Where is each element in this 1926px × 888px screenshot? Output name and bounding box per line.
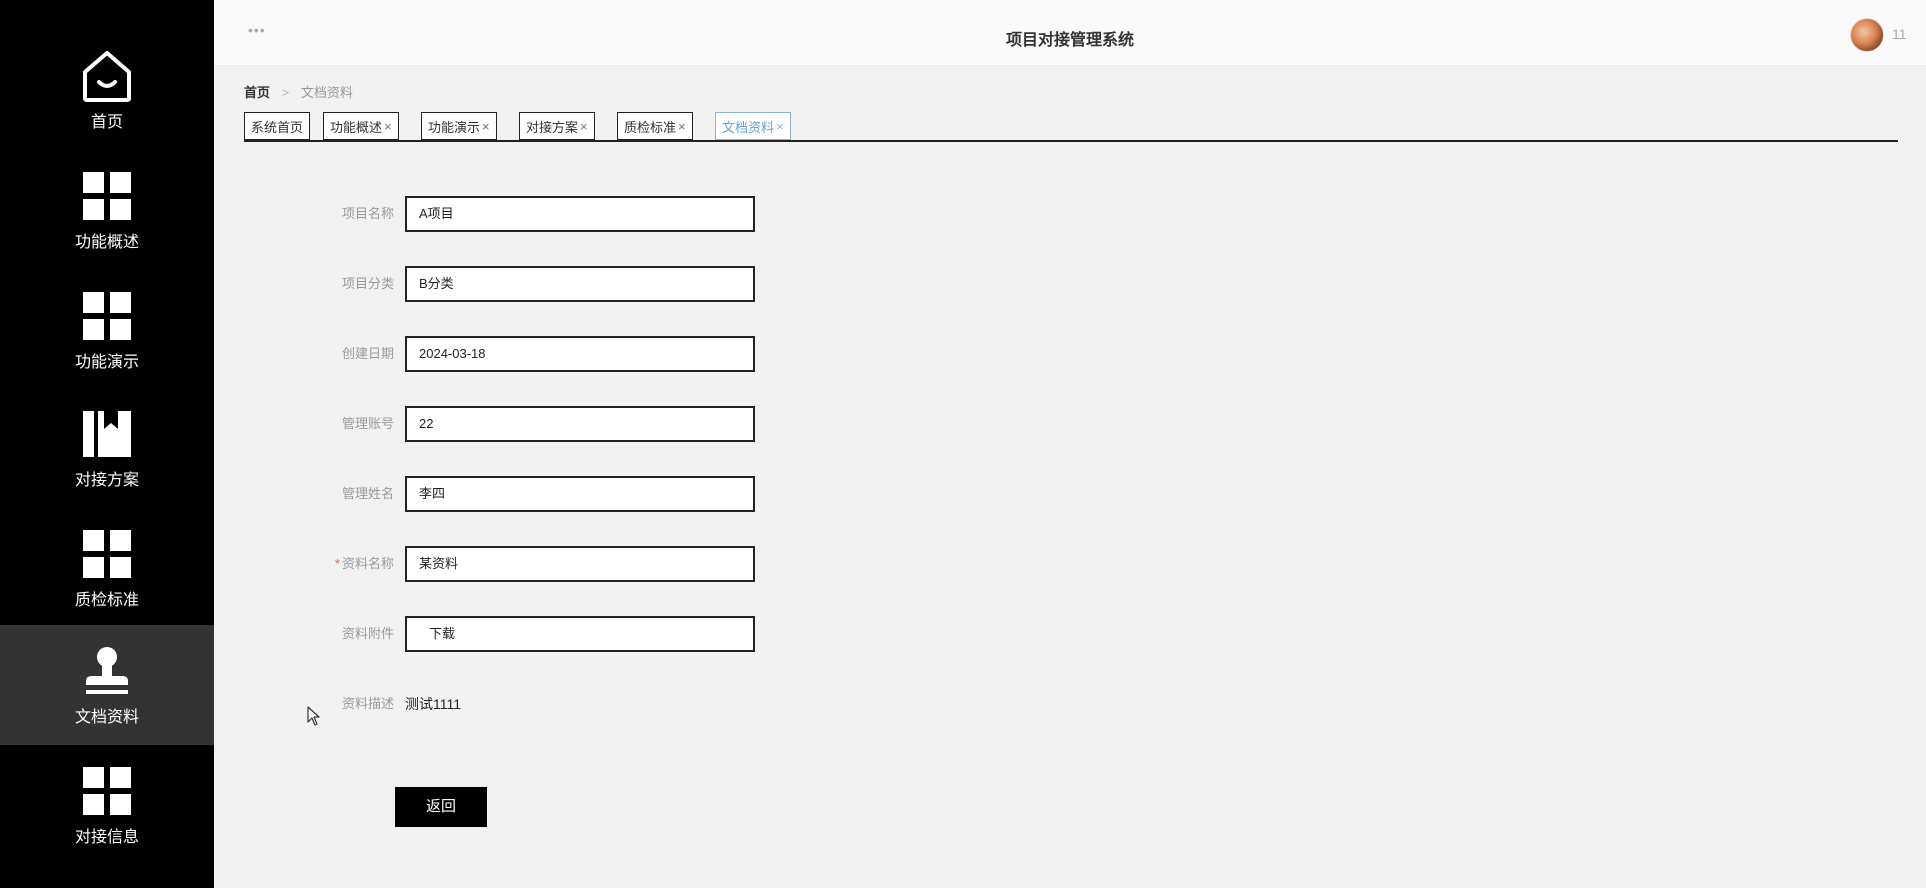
- tab-label: 文档资料: [722, 119, 775, 135]
- back-button[interactable]: 返回: [395, 787, 487, 827]
- sidebar-item-integration-plan[interactable]: 对接方案: [0, 388, 214, 508]
- tab-function-overview[interactable]: 功能概述 ×: [323, 112, 399, 140]
- tab-label: 功能概述: [330, 119, 383, 135]
- sidebar-item-label: 首页: [90, 114, 123, 131]
- grid-icon: [78, 762, 136, 820]
- required-mark: *: [334, 556, 340, 571]
- close-icon[interactable]: ×: [580, 119, 588, 134]
- tab-function-demo[interactable]: 功能演示 ×: [421, 112, 497, 140]
- stamp-icon: [78, 642, 136, 700]
- tab-label: 对接方案: [526, 119, 579, 135]
- mouse-cursor-icon: [307, 706, 321, 731]
- form-row-project-category: 项目分类 B分类: [294, 266, 794, 302]
- sidebar-item-home[interactable]: 首页: [0, 30, 214, 150]
- user-number: 11: [1892, 26, 1907, 42]
- top-header: ••• 项目对接管理系统 11: [214, 0, 1926, 66]
- doc-name-field[interactable]: 某资料: [405, 546, 755, 582]
- create-date-field[interactable]: 2024-03-18: [405, 336, 755, 372]
- home-icon: [78, 47, 136, 105]
- doc-description-value: 测试1111: [405, 696, 462, 712]
- sidebar-item-label: 质检标准: [74, 592, 139, 609]
- close-icon[interactable]: ×: [482, 119, 490, 134]
- field-label: 管理姓名: [341, 486, 394, 501]
- sidebar-item-function-demo[interactable]: 功能演示: [0, 270, 214, 390]
- project-name-field[interactable]: A项目: [405, 196, 755, 232]
- grid-icon: [78, 287, 136, 345]
- breadcrumb: 首页 > 文档资料: [244, 82, 353, 101]
- tab-integration-plan[interactable]: 对接方案 ×: [519, 112, 595, 140]
- tab-label: 系统首页: [251, 119, 304, 135]
- field-label: 项目名称: [341, 206, 394, 221]
- sidebar-item-label: 文档资料: [74, 709, 139, 726]
- close-icon[interactable]: ×: [776, 119, 784, 134]
- admin-account-field[interactable]: 22: [405, 406, 755, 442]
- form-row-admin-name: 管理姓名 李四: [294, 476, 794, 512]
- download-link[interactable]: 下载: [405, 616, 755, 652]
- sidebar-item-documents[interactable]: 文档资料: [0, 625, 214, 745]
- sidebar: 首页 功能概述 功能演示 对接方案 质检标准 文档资料 对接信息: [0, 0, 214, 888]
- grid-icon: [78, 167, 136, 225]
- main-content: 首页 > 文档资料 系统首页 功能概述 × 功能演示 × 对接方案 × 质检标准…: [214, 66, 1926, 888]
- tab-label: 功能演示: [428, 119, 481, 135]
- close-icon[interactable]: ×: [384, 119, 392, 134]
- field-label-text: 资料名称: [341, 556, 394, 571]
- form-row-doc-attachment: 资料附件 下载: [294, 616, 794, 652]
- admin-name-field[interactable]: 李四: [405, 476, 755, 512]
- field-label: 资料附件: [341, 626, 394, 641]
- sidebar-item-function-overview[interactable]: 功能概述: [0, 150, 214, 270]
- grid-icon: [78, 525, 136, 583]
- tab-documents[interactable]: 文档资料 ×: [715, 112, 791, 140]
- tab-quality-standard[interactable]: 质检标准 ×: [617, 112, 693, 140]
- breadcrumb-current: 文档资料: [300, 85, 353, 100]
- project-category-field[interactable]: B分类: [405, 266, 755, 302]
- tab-system-home[interactable]: 系统首页: [244, 112, 311, 140]
- tab-label: 质检标准: [624, 119, 677, 135]
- field-label: 管理账号: [341, 416, 394, 431]
- close-icon[interactable]: ×: [678, 119, 686, 134]
- field-label: 创建日期: [341, 346, 394, 361]
- sidebar-item-integration-info[interactable]: 对接信息: [0, 745, 214, 865]
- form-row-admin-account: 管理账号 22: [294, 406, 794, 442]
- breadcrumb-separator: >: [281, 85, 290, 100]
- book-icon: [78, 405, 136, 463]
- sidebar-item-label: 对接信息: [74, 829, 139, 846]
- form-row-doc-description: 资料描述 测试1111: [294, 686, 794, 722]
- system-title: 项目对接管理系统: [1005, 32, 1134, 49]
- avatar[interactable]: [1850, 18, 1884, 52]
- sidebar-item-label: 对接方案: [74, 472, 139, 489]
- tab-bar: 系统首页 功能概述 × 功能演示 × 对接方案 × 质检标准 × 文档资料 ×: [244, 112, 1898, 142]
- form-row-doc-name: * 资料名称 某资料: [294, 546, 794, 582]
- sidebar-item-quality-standard[interactable]: 质检标准: [0, 508, 214, 628]
- form-row-project-name: 项目名称 A项目: [294, 196, 794, 232]
- sidebar-item-label: 功能概述: [74, 234, 139, 251]
- breadcrumb-home[interactable]: 首页: [244, 85, 270, 100]
- sidebar-item-label: 功能演示: [74, 354, 139, 371]
- form-row-create-date: 创建日期 2024-03-18: [294, 336, 794, 372]
- field-label: * 资料名称: [294, 546, 394, 582]
- field-label: 项目分类: [341, 276, 394, 291]
